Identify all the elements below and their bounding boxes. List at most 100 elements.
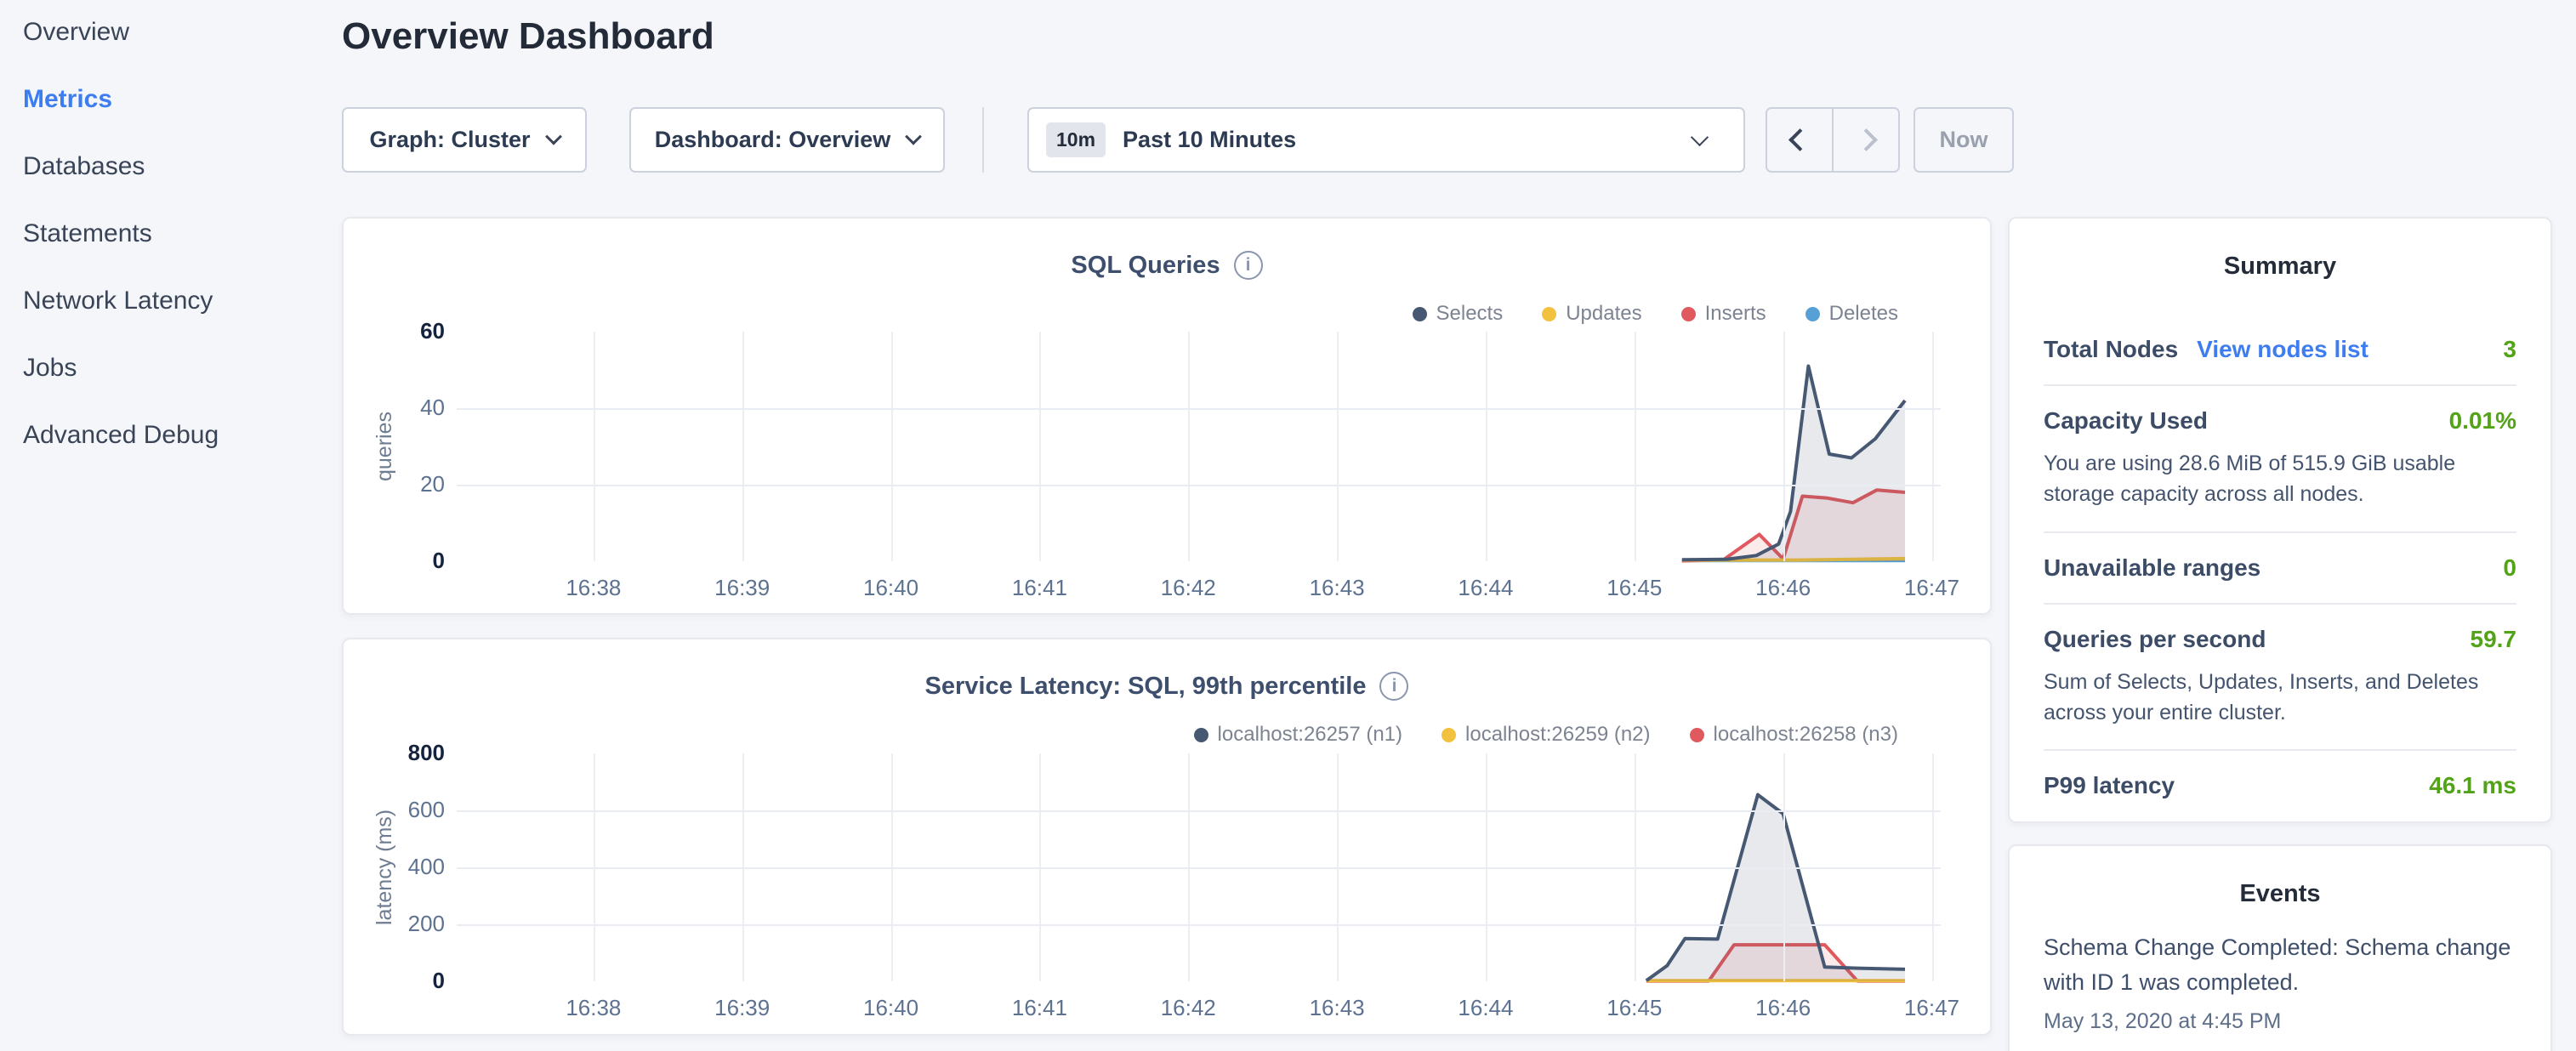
legend-dot-icon [1805,307,1820,321]
x-tick-label: 16:44 [1435,575,1537,601]
y-tick-label: 0 [344,548,445,574]
x-tick-label: 16:46 [1732,995,1834,1021]
gridline [1039,332,1041,561]
x-tick-label: 16:46 [1732,575,1834,601]
graph-dropdown-label: Graph: Cluster [369,127,530,153]
gridline [457,867,1941,869]
x-tick-label: 16:40 [840,575,942,601]
summary-row-capacity-used: Capacity Used 0.01% You are using 28.6 M… [2044,386,2516,533]
legend-dot-icon [1542,307,1556,321]
y-tick-label: 600 [344,797,445,823]
time-range-label: Past 10 Minutes [1123,127,1296,153]
chevron-left-icon [1788,128,1811,151]
chevron-down-icon [545,128,562,145]
sidebar-item-databases[interactable]: Databases [0,153,333,220]
event-timestamp: May 13, 2020 at 4:45 PM [2044,1009,2516,1034]
x-tick-label: 16:47 [1881,575,1983,601]
gridline [1188,332,1190,561]
summary-value: 46.1 ms [2429,772,2516,799]
legend-dot-icon [1681,307,1696,321]
gridline [457,924,1941,926]
gridline [457,485,1941,486]
summary-description: Sum of Selects, Updates, Inserts, and De… [2044,667,2516,729]
y-tick-label: 0 [344,968,445,994]
x-tick-label: 16:42 [1137,575,1239,601]
now-button[interactable]: Now [1914,107,2014,173]
summary-value: 59.7 [2471,626,2517,653]
summary-label: Unavailable ranges [2044,554,2260,582]
y-tick-label: 40 [344,395,445,421]
summary-row-p99-latency: P99 latency 46.1 ms [2044,751,2516,821]
summary-panel: Summary Total Nodes View nodes list 3 Ca… [2008,217,2552,823]
sidebar-item-statements[interactable]: Statements [0,220,333,287]
prev-time-button[interactable] [1767,109,1834,171]
legend-label: localhost:26258 (n3) [1714,723,1898,747]
legend-item: Deletes [1805,302,1898,326]
y-tick-label: 800 [344,740,445,766]
summary-label: P99 latency [2044,772,2175,799]
y-tick-label: 20 [344,471,445,497]
sql-queries-chart-card: SQL Queries i Selects Updates Inserts Delet… [342,217,1992,615]
sidebar-item-overview[interactable]: Overview [0,19,333,86]
sidebar-item-advanced-debug[interactable]: Advanced Debug [0,422,333,489]
info-icon[interactable]: i [1234,251,1263,280]
time-range-badge: 10m [1046,122,1106,157]
x-tick-label: 16:40 [840,995,942,1021]
summary-description: You are using 28.6 MiB of 515.9 GiB usab… [2044,448,2516,510]
summary-row-total-nodes: Total Nodes View nodes list 3 [2044,315,2516,386]
chart-legend: localhost:26257 (n1) localhost:26259 (n2)… [1194,723,1898,747]
chart-title: SQL Queries [1071,252,1220,280]
legend-item: Inserts [1681,302,1766,326]
plot-area[interactable] [457,332,1941,561]
gridline [891,332,893,561]
series-area-Selects [1682,366,1905,562]
y-axis-label: queries [372,332,397,561]
graph-dropdown[interactable]: Graph: Cluster [342,107,587,173]
x-tick-label: 16:45 [1584,995,1686,1021]
sidebar: Overview Metrics Databases Statements Ne… [0,0,333,1051]
info-icon[interactable]: i [1379,672,1408,701]
summary-label: Capacity Used [2044,407,2208,435]
events-title: Events [2044,880,2516,908]
time-range-selector[interactable]: 10m Past 10 Minutes [1027,107,1745,173]
legend-label: localhost:26259 (n2) [1465,723,1650,747]
gridline [594,332,595,561]
summary-value: 0.01% [2449,407,2516,435]
y-tick-label: 400 [344,854,445,880]
dashboard-dropdown[interactable]: Dashboard: Overview [629,107,945,173]
gridline [1783,332,1785,561]
x-tick-label: 16:43 [1286,575,1388,601]
gridline [1486,332,1487,561]
gridline [457,408,1941,410]
sidebar-item-jobs[interactable]: Jobs [0,355,333,422]
time-step-buttons [1766,107,1900,173]
chart-canvas[interactable] [457,332,1941,561]
gridline [1337,332,1339,561]
summary-value: 3 [2503,336,2516,363]
x-tick-label: 16:39 [691,575,793,601]
summary-row-unavailable-ranges: Unavailable ranges 0 [2044,533,2516,605]
legend-label: Selects [1436,302,1504,326]
divider [982,107,984,173]
y-tick-label: 60 [344,318,445,344]
sidebar-item-metrics[interactable]: Metrics [0,86,333,153]
y-tick-label: 200 [344,911,445,937]
view-nodes-list-link[interactable]: View nodes list [2197,336,2368,363]
summary-title: Summary [2044,253,2516,281]
legend-dot-icon [1194,728,1208,742]
legend-item: localhost:26257 (n1) [1194,723,1402,747]
legend-label: Inserts [1705,302,1766,326]
x-tick-label: 16:45 [1584,575,1686,601]
sidebar-item-network-latency[interactable]: Network Latency [0,287,333,355]
next-time-button[interactable] [1834,109,1898,171]
gridline [457,810,1941,812]
legend-dot-icon [1413,307,1427,321]
chevron-right-icon [1855,128,1878,151]
x-tick-label: 16:47 [1881,995,1983,1021]
legend-label: Updates [1566,302,1641,326]
event-text: Schema Change Completed: Schema change w… [2044,930,2516,999]
dashboard-dropdown-label: Dashboard: Overview [655,127,891,153]
x-tick-label: 16:43 [1286,995,1388,1021]
series-area-localhost:26257 (n1) [1646,795,1905,981]
legend-item: Updates [1542,302,1641,326]
